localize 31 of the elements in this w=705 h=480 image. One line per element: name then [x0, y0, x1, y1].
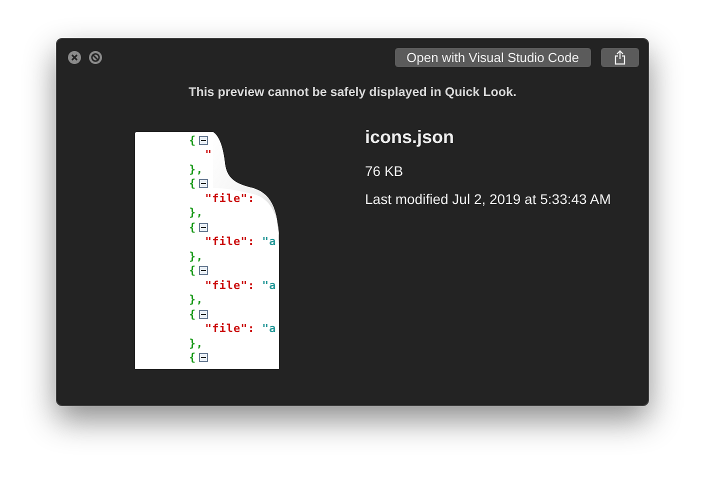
collapse-icon	[199, 266, 208, 276]
collapse-icon	[199, 136, 208, 145]
open-with-button[interactable]: Open with Visual Studio Code	[394, 48, 591, 66]
code-line: "file": "a	[205, 322, 276, 336]
code-line: "	[205, 148, 212, 162]
modified-date: Last modified Jul 2, 2019 at 5:33:43 AM	[365, 191, 611, 207]
code-line: "file":	[205, 192, 255, 205]
share-icon	[614, 50, 626, 64]
file-size: 76 KB	[365, 163, 404, 179]
preview-notice: This preview cannot be safely displayed in Quick Look.	[188, 85, 518, 99]
code-line: },	[189, 162, 204, 176]
code-line: },	[189, 206, 204, 220]
collapse-icon	[199, 310, 208, 319]
code-line: {	[189, 351, 196, 364]
code-line: {	[189, 177, 196, 190]
close-icon[interactable]	[68, 50, 81, 64]
share-button[interactable]	[601, 48, 639, 66]
code-line: {	[189, 134, 196, 147]
code-line: "file": "a	[205, 278, 276, 292]
code-line: "file": "a	[205, 235, 276, 248]
code-line: {	[189, 308, 196, 321]
code-line: {	[189, 264, 196, 278]
code-line: },	[189, 293, 204, 306]
collapse-icon	[199, 222, 208, 232]
file-name: icons.json	[365, 127, 456, 148]
code-line: {	[189, 220, 196, 234]
blocked-icon[interactable]	[89, 50, 102, 64]
code-line: },	[189, 336, 204, 350]
code-line: },	[189, 250, 204, 263]
collapse-icon	[199, 179, 208, 188]
collapse-icon	[199, 353, 208, 362]
